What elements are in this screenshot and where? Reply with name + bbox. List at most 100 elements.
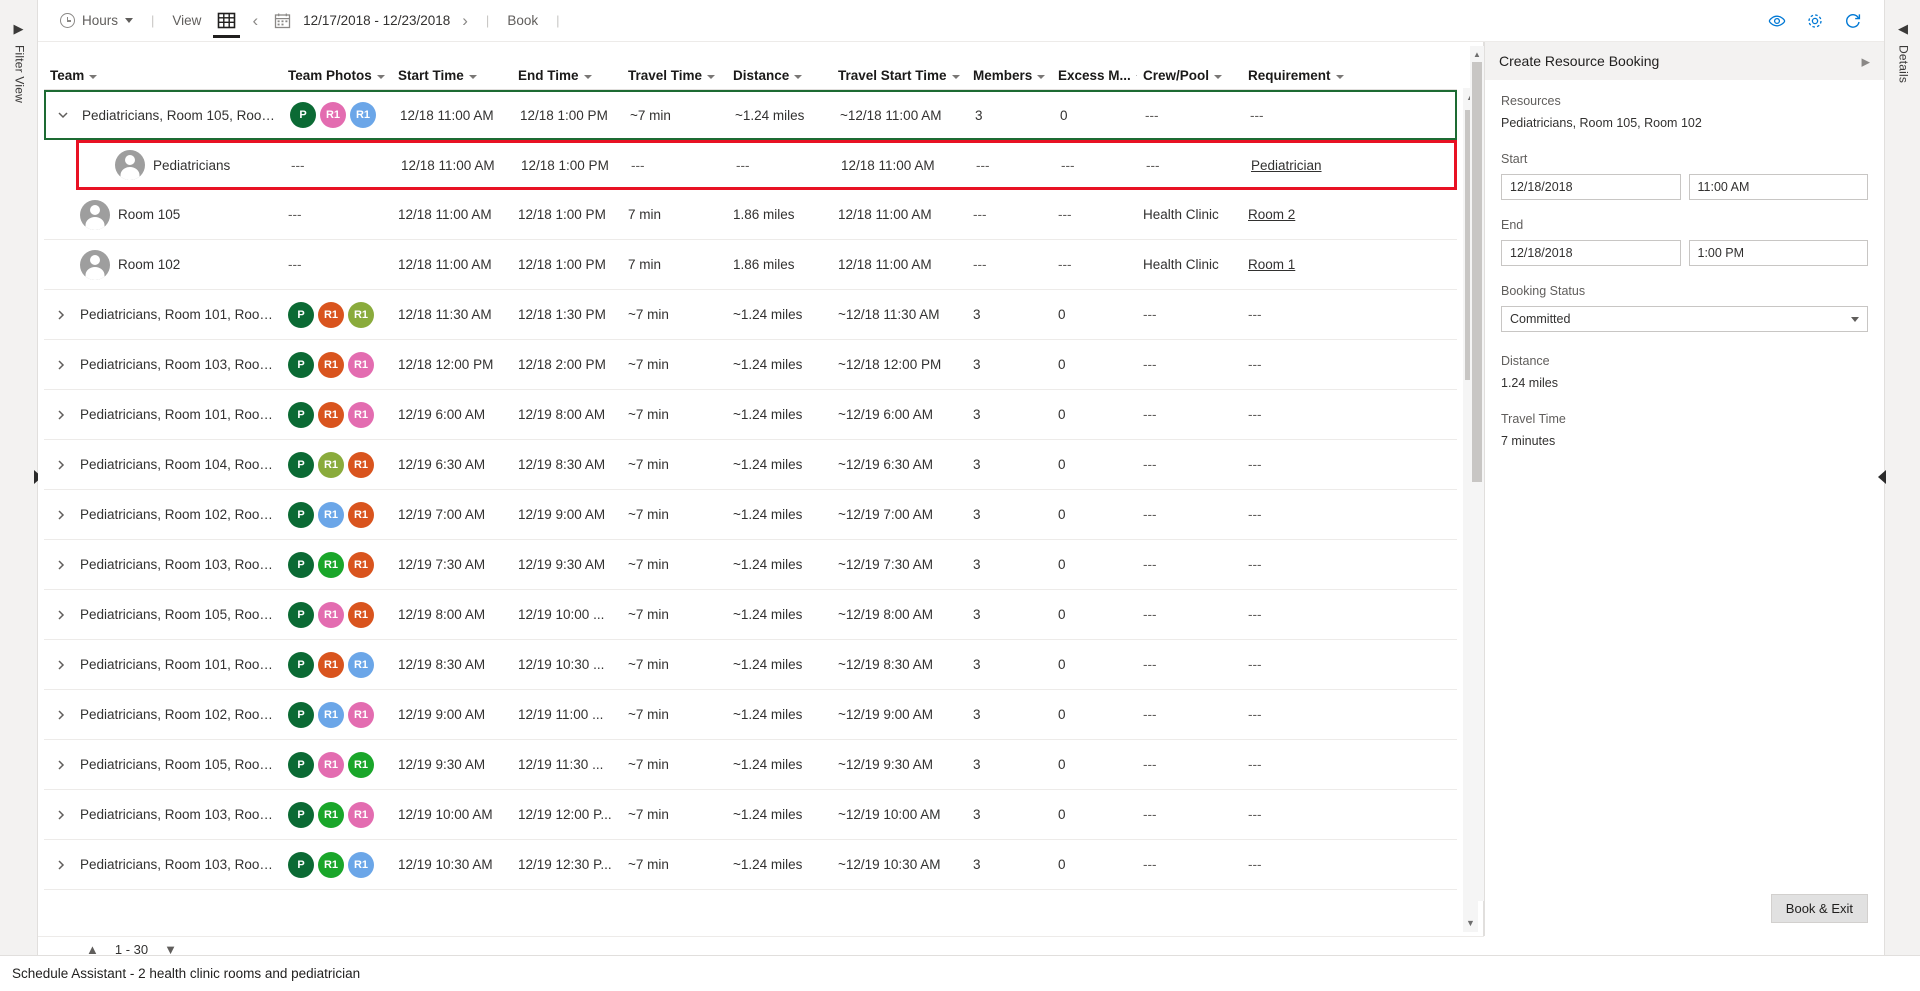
expand-filter-view-icon[interactable]: ▶ — [14, 22, 24, 35]
team-member-avatar[interactable]: P — [288, 601, 314, 628]
team-member-avatar[interactable]: P — [288, 501, 314, 528]
expand-row-chevron-right-icon[interactable] — [50, 758, 72, 772]
hours-dropdown[interactable]: Hours — [52, 0, 141, 42]
team-member-avatar[interactable]: R1 — [348, 301, 374, 328]
team-member-avatar[interactable]: P — [290, 102, 316, 128]
table-row-group[interactable]: Pediatricians, Room 102, Room 101 P R1 R1 12… — [44, 490, 1457, 540]
start-date-input[interactable]: 12/18/2018 — [1501, 174, 1681, 200]
expand-row-chevron-right-icon[interactable] — [50, 308, 72, 322]
table-row-child[interactable]: Room 105 --- 12/18 11:00 AM 12/18 1:00 PM 7 … — [44, 190, 1457, 240]
column-header-distance[interactable]: Distance — [727, 68, 832, 83]
team-member-avatar[interactable]: R1 — [318, 651, 344, 678]
expand-row-chevron-right-icon[interactable] — [50, 558, 72, 572]
eye-button[interactable] — [1760, 4, 1794, 38]
next-period-button[interactable]: › — [454, 0, 476, 42]
date-range-label[interactable]: 12/17/2018 - 12/23/2018 — [299, 13, 454, 28]
team-member-avatar[interactable]: R1 — [348, 401, 374, 428]
table-row-group[interactable]: Pediatricians, Room 103, Room 105 P R1 R1 12… — [44, 790, 1457, 840]
table-row-group[interactable]: Pediatricians, Room 101, Room 104 P R1 R1 12… — [44, 290, 1457, 340]
expand-row-chevron-right-icon[interactable] — [50, 658, 72, 672]
team-member-avatar[interactable]: R1 — [348, 701, 374, 728]
expand-row-chevron-right-icon[interactable] — [50, 708, 72, 722]
column-header-end-time[interactable]: End Time — [512, 68, 622, 83]
table-row-child[interactable]: Room 102 --- 12/18 11:00 AM 12/18 1:00 PM 7 … — [44, 240, 1457, 290]
team-member-avatar[interactable]: R1 — [348, 751, 374, 778]
panel-scrollbar[interactable]: ▲ — [1470, 46, 1484, 901]
requirement-link[interactable]: Pediatrician — [1251, 158, 1322, 173]
requirement-link[interactable]: Room 2 — [1248, 207, 1295, 222]
team-member-avatar[interactable]: R1 — [318, 351, 344, 378]
team-member-avatar[interactable]: P — [288, 751, 314, 778]
table-row-group[interactable]: Pediatricians, Room 101, Room 102 P R1 R1 12… — [44, 640, 1457, 690]
table-row-group[interactable]: Pediatricians, Room 103, Room 105 P R1 R1 12… — [44, 340, 1457, 390]
collapse-row-chevron-down-icon[interactable] — [52, 108, 74, 122]
team-member-avatar[interactable]: R1 — [318, 451, 344, 478]
book-and-exit-button[interactable]: Book & Exit — [1770, 893, 1868, 923]
expand-row-chevron-right-icon[interactable] — [50, 458, 72, 472]
table-row-group[interactable]: Pediatricians, Room 102, Room 105 P R1 R1 12… — [44, 690, 1457, 740]
team-member-avatar[interactable]: R1 — [318, 701, 344, 728]
team-member-avatar[interactable]: R1 — [348, 601, 374, 628]
column-header-travel-time[interactable]: Travel Time — [622, 68, 727, 83]
panel-scroll-up-icon[interactable]: ▲ — [1470, 46, 1484, 62]
team-member-avatar[interactable]: P — [288, 801, 314, 828]
expand-row-chevron-right-icon[interactable] — [50, 608, 72, 622]
scroll-down-icon[interactable]: ▼ — [1463, 914, 1478, 932]
table-row-group[interactable]: Pediatricians, Room 105, Room 103 P R1 R1 12… — [44, 740, 1457, 790]
team-member-avatar[interactable]: R1 — [348, 551, 374, 578]
column-header-travel-start-time[interactable]: Travel Start Time — [832, 68, 967, 83]
panel-expand-chevron-right-icon[interactable]: ▸ — [1861, 53, 1870, 70]
team-member-avatar[interactable]: P — [288, 301, 314, 328]
column-header-team-photos[interactable]: Team Photos — [282, 68, 392, 83]
details-handle-icon[interactable] — [1878, 470, 1886, 484]
column-header-excess-m[interactable]: Excess M... — [1052, 68, 1137, 83]
team-member-avatar[interactable]: R1 — [318, 851, 344, 878]
team-member-avatar[interactable]: R1 — [348, 451, 374, 478]
team-member-avatar[interactable]: R1 — [318, 401, 344, 428]
team-member-avatar[interactable]: R1 — [348, 501, 374, 528]
table-row-child[interactable]: Pediatricians --- 12/18 11:00 AM 12/18 1:00… — [76, 140, 1457, 190]
expand-row-chevron-right-icon[interactable] — [50, 808, 72, 822]
team-member-avatar[interactable]: R1 — [348, 801, 374, 828]
grid-view-toggle[interactable] — [209, 0, 244, 42]
expand-row-chevron-right-icon[interactable] — [50, 408, 72, 422]
table-row-group[interactable]: Pediatricians, Room 105, Room 102 P R1 R1 12… — [44, 90, 1457, 140]
team-member-avatar[interactable]: R1 — [348, 851, 374, 878]
table-row-group[interactable]: Pediatricians, Room 104, Room 101 P R1 R1 12… — [44, 440, 1457, 490]
details-rail[interactable]: ▶ Details — [1884, 0, 1920, 955]
panel-scrollbar-thumb[interactable] — [1472, 62, 1482, 482]
table-row-group[interactable]: Pediatricians, Room 105, Room 101 P R1 R1 12… — [44, 590, 1457, 640]
book-button[interactable]: Book — [499, 0, 546, 42]
team-member-avatar[interactable]: P — [288, 701, 314, 728]
team-member-avatar[interactable]: P — [288, 551, 314, 578]
column-header-team[interactable]: Team — [44, 68, 282, 83]
column-header-crew-pool[interactable]: Crew/Pool — [1137, 68, 1242, 83]
table-row-group[interactable]: Pediatricians, Room 101, Room 105 P R1 R1 12… — [44, 390, 1457, 440]
team-member-avatar[interactable]: R1 — [318, 301, 344, 328]
end-time-input[interactable]: 1:00 PM — [1688, 240, 1868, 266]
team-member-avatar[interactable]: P — [288, 851, 314, 878]
team-member-avatar[interactable]: P — [288, 351, 314, 378]
team-member-avatar[interactable]: P — [288, 651, 314, 678]
collapse-details-icon[interactable]: ▶ — [1898, 21, 1908, 36]
settings-button[interactable] — [1798, 4, 1832, 38]
grid-rows-container[interactable]: Pediatricians, Room 105, Room 102 P R1 R1 12… — [44, 90, 1457, 936]
team-member-avatar[interactable]: R1 — [350, 102, 376, 128]
team-member-avatar[interactable]: R1 — [348, 651, 374, 678]
team-member-avatar[interactable]: P — [288, 451, 314, 478]
team-member-avatar[interactable]: R1 — [318, 751, 344, 778]
column-header-members[interactable]: Members — [967, 68, 1052, 83]
end-date-input[interactable]: 12/18/2018 — [1501, 240, 1681, 266]
table-row-group[interactable]: Pediatricians, Room 103, Room 101 P R1 R1 12… — [44, 540, 1457, 590]
team-member-avatar[interactable]: R1 — [318, 551, 344, 578]
team-member-avatar[interactable]: R1 — [318, 501, 344, 528]
previous-period-button[interactable]: ‹ — [244, 0, 266, 42]
column-header-start-time[interactable]: Start Time — [392, 68, 512, 83]
team-member-avatar[interactable]: R1 — [318, 801, 344, 828]
requirement-link[interactable]: Room 1 — [1248, 257, 1295, 272]
expand-row-chevron-right-icon[interactable] — [50, 508, 72, 522]
refresh-button[interactable] — [1836, 4, 1870, 38]
table-row-group[interactable]: Pediatricians, Room 103, Room 102 P R1 R1 12… — [44, 840, 1457, 890]
expand-row-chevron-right-icon[interactable] — [50, 858, 72, 872]
start-time-input[interactable]: 11:00 AM — [1688, 174, 1868, 200]
